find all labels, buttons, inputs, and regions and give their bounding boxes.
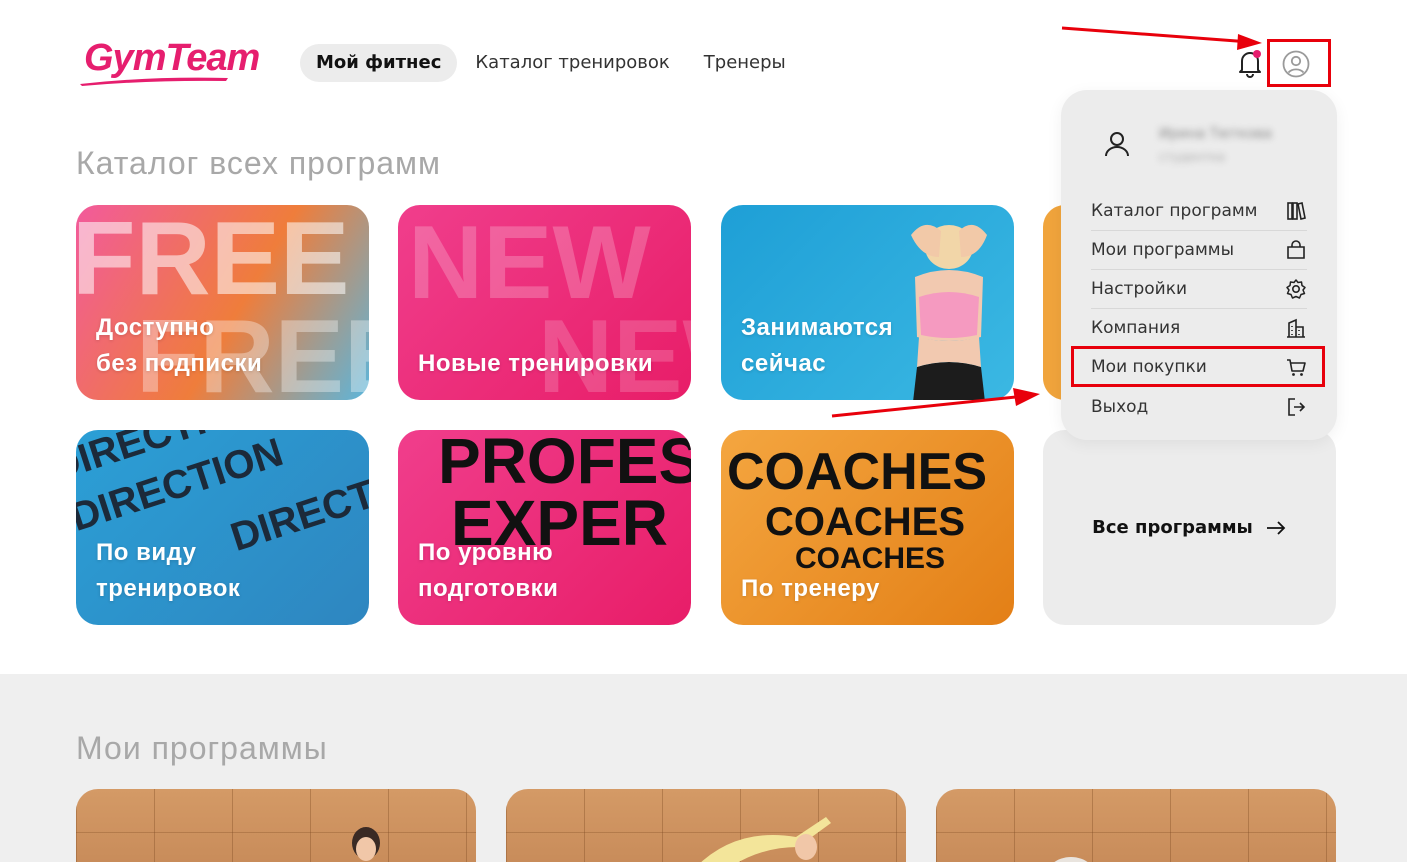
annotation-arrow-top bbox=[1061, 26, 1262, 50]
card-label: Занимаются сейчас bbox=[741, 314, 894, 377]
main-nav: Мой фитнес Каталог тренировок Тренеры bbox=[300, 44, 804, 82]
arrow-right-icon bbox=[1266, 520, 1286, 535]
notification-dot bbox=[1253, 50, 1261, 58]
program-card[interactable] bbox=[76, 789, 476, 862]
card-label: Новые тренировки bbox=[418, 350, 654, 377]
nav-trainers[interactable]: Тренеры bbox=[688, 44, 802, 82]
gear-icon bbox=[1286, 279, 1306, 299]
user-icon bbox=[1105, 132, 1129, 157]
gymteam-logo[interactable]: GymTeam bbox=[80, 36, 260, 88]
all-programs-card[interactable]: Все программы bbox=[1043, 430, 1336, 625]
menu-item-label: Настройки bbox=[1091, 279, 1188, 299]
logout-icon bbox=[1288, 397, 1306, 416]
catalog-title: Каталог всех программ bbox=[76, 145, 442, 181]
card-graphic-text: FREE bbox=[76, 205, 350, 317]
nav-my-fitness[interactable]: Мой фитнес bbox=[300, 44, 458, 82]
card-label: По уровню подготовки bbox=[418, 539, 559, 602]
card-label: По виду тренировок bbox=[96, 539, 241, 602]
bag-icon bbox=[1287, 240, 1305, 259]
card-graphic-text: COACHES bbox=[727, 443, 988, 501]
user-name: Ирина Тюткова bbox=[1159, 126, 1272, 142]
building-icon bbox=[1287, 318, 1305, 338]
card-label: По тренеру bbox=[741, 575, 880, 602]
dropdown-list: Каталог программ Мои программы Настройки… bbox=[1091, 192, 1307, 426]
person-figure bbox=[1054, 857, 1088, 862]
card-label: Доступно без подписки bbox=[96, 314, 263, 377]
books-icon bbox=[1287, 202, 1306, 220]
woman-figure bbox=[911, 224, 987, 400]
woman-figure bbox=[352, 827, 380, 861]
menu-item-settings[interactable]: Настройки bbox=[1091, 270, 1307, 309]
menu-item-my-programs[interactable]: Мои программы bbox=[1091, 231, 1307, 270]
card-graphic-text: COACHES bbox=[795, 542, 946, 575]
program-card[interactable] bbox=[506, 789, 906, 862]
wood-wall bbox=[936, 789, 1336, 862]
logo-swoosh bbox=[80, 77, 228, 86]
menu-item-label: Мои программы bbox=[1091, 240, 1235, 260]
menu-item-logout[interactable]: Выход bbox=[1091, 387, 1307, 426]
card-by-coach[interactable]: COACHES COACHES COACHES По тренеру bbox=[721, 430, 1014, 625]
card-free-access[interactable]: FREE FREE Доступно без подписки bbox=[76, 205, 369, 400]
menu-item-label: Выход bbox=[1091, 396, 1149, 417]
card-by-training-type[interactable]: DIRECTION DIRECTION DIRECTION По виду тр… bbox=[76, 430, 369, 625]
annotation-box-purchases bbox=[1071, 346, 1325, 387]
nav-training-catalog[interactable]: Каталог тренировок bbox=[459, 44, 685, 82]
menu-item-label: Каталог программ bbox=[1091, 201, 1258, 221]
all-programs-label: Все программы bbox=[1092, 517, 1253, 538]
my-programs-title: Мои программы bbox=[76, 730, 328, 766]
menu-item-label: Компания bbox=[1091, 318, 1181, 338]
card-by-level[interactable]: PROFES EXPER По уровню подготовки bbox=[398, 430, 691, 625]
user-dropdown-menu: Ирина Тюткова студентка Каталог программ… bbox=[1061, 90, 1337, 440]
card-graphic-text: COACHES bbox=[765, 500, 966, 544]
woman-figure bbox=[701, 817, 831, 862]
card-new-trainings[interactable]: NEW NEW Новые тренировки bbox=[398, 205, 691, 400]
annotation-box-user bbox=[1267, 39, 1331, 87]
program-card[interactable] bbox=[936, 789, 1336, 862]
menu-item-company[interactable]: Компания bbox=[1091, 309, 1307, 348]
card-training-now[interactable]: Занимаются сейчас bbox=[721, 205, 1014, 400]
menu-item-program-catalog[interactable]: Каталог программ bbox=[1091, 192, 1307, 231]
user-subtitle: студентка bbox=[1159, 150, 1225, 164]
wood-wall bbox=[76, 789, 476, 862]
